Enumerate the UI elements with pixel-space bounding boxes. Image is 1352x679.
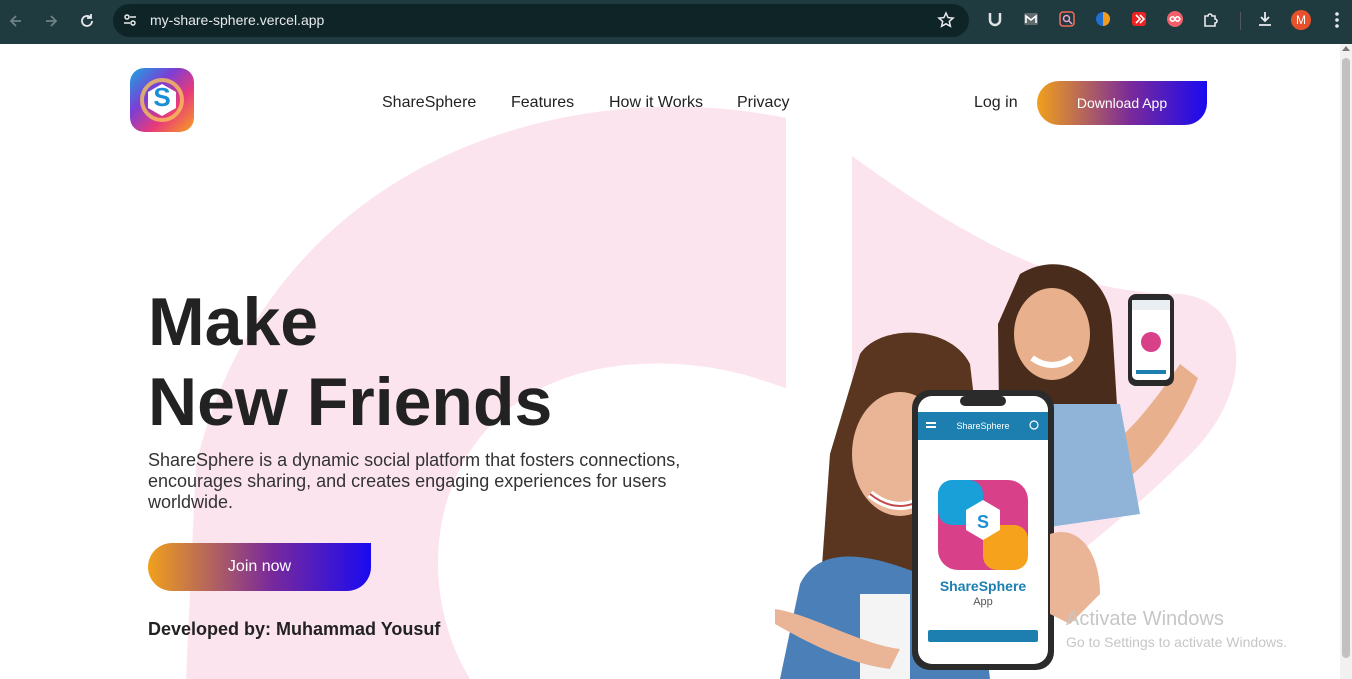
scroll-up-arrow-icon[interactable] [1342, 46, 1350, 51]
svg-text:S: S [977, 512, 989, 532]
phone-app-bar-title: ShareSphere [956, 421, 1009, 431]
download-icon[interactable] [1256, 10, 1274, 28]
red-ext-icon[interactable] [1130, 10, 1148, 28]
windows-watermark-subtitle: Go to Settings to activate Windows. [1066, 634, 1287, 650]
developer-credit: Developed by: Muhammad Yousuf [148, 619, 441, 639]
ublock-icon[interactable] [986, 10, 1004, 28]
login-link[interactable]: Log in [974, 94, 1018, 112]
dark-ext-icon[interactable] [1094, 10, 1112, 28]
app-logo[interactable]: S [130, 68, 194, 132]
profile-avatar[interactable]: M [1291, 10, 1311, 30]
toolbar-divider [1240, 12, 1241, 30]
kebab-menu-icon[interactable] [1330, 10, 1344, 30]
page-scrollbar[interactable] [1340, 44, 1352, 679]
gmail-ext-icon[interactable] [1022, 10, 1040, 28]
nav-link-sharesphere[interactable]: ShareSphere [382, 94, 476, 112]
download-app-button[interactable]: Download App [1037, 81, 1207, 125]
forward-icon[interactable] [38, 8, 64, 34]
browser-toolbar: my-share-sphere.vercel.app M [0, 0, 1352, 44]
nav-link-features[interactable]: Features [511, 94, 574, 112]
infinity-ext-icon[interactable] [1166, 10, 1184, 28]
hero-title-line1: Make [148, 284, 319, 360]
tune-icon[interactable] [122, 12, 138, 33]
search-ext-icon[interactable] [1058, 10, 1076, 28]
back-icon[interactable] [3, 8, 29, 34]
hero-title: Make New Friends [148, 282, 552, 442]
join-now-button[interactable]: Join now [148, 543, 371, 591]
nav-link-how-it-works[interactable]: How it Works [609, 94, 703, 112]
windows-watermark-title: Activate Windows [1066, 608, 1224, 630]
address-bar[interactable]: my-share-sphere.vercel.app [113, 4, 969, 37]
web-page: S ShareSphere Features How it Works Priv… [0, 44, 1340, 679]
phone-app-name: ShareSphere [940, 578, 1027, 594]
reload-icon[interactable] [74, 8, 100, 34]
nav-link-privacy[interactable]: Privacy [737, 94, 789, 112]
url-text: my-share-sphere.vercel.app [150, 12, 325, 28]
star-icon[interactable] [937, 11, 955, 34]
puzzle-icon[interactable] [1202, 10, 1220, 28]
phone-app-sub: App [973, 596, 993, 608]
hero-title-line2: New Friends [148, 364, 553, 440]
logo-letter: S [153, 82, 171, 112]
hero-description: ShareSphere is a dynamic social platform… [148, 450, 681, 512]
scroll-thumb[interactable] [1342, 58, 1350, 658]
